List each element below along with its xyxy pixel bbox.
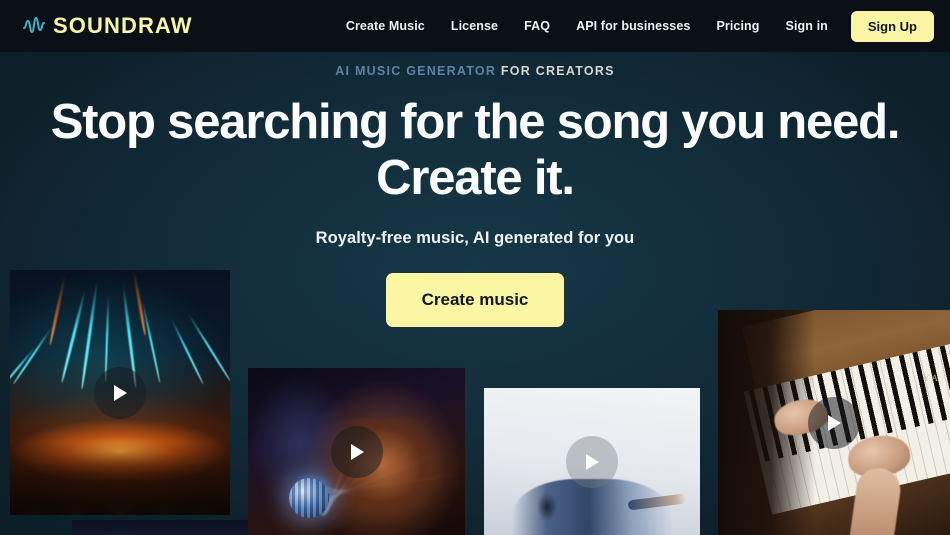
headline-line-2: Create it. [376, 151, 575, 206]
sign-up-button[interactable]: Sign Up [850, 10, 934, 42]
tile-disco[interactable] [248, 368, 465, 535]
nav-sign-in[interactable]: Sign in [773, 13, 841, 39]
play-icon[interactable] [330, 425, 383, 478]
hero-section: AI MUSIC GENERATOR FOR CREATORS Stop sea… [0, 52, 950, 328]
hero-subtitle: Royalty-free music, AI generated for you [315, 229, 635, 248]
play-icon[interactable] [566, 435, 618, 488]
play-icon[interactable] [94, 366, 146, 419]
headline-line-1: Stop searching for the song you need. [50, 94, 901, 149]
site-header: SOUNDRAW Create Music License FAQ API fo… [0, 0, 950, 52]
hero-eyebrow-secondary: FOR CREATORS [496, 64, 615, 78]
nav-pricing[interactable]: Pricing [703, 13, 772, 39]
partial-artwork [72, 520, 262, 535]
nav-faq[interactable]: FAQ [511, 13, 563, 39]
piano-brand-label: YA [922, 373, 941, 383]
tile-piano[interactable]: YA [718, 310, 950, 535]
create-music-button[interactable]: Create music [385, 273, 565, 328]
page-title: Stop searching for the song you need. Cr… [0, 94, 950, 208]
logo-text: SOUNDRAW [53, 13, 193, 38]
logo[interactable]: SOUNDRAW [22, 15, 193, 37]
nav-create-music[interactable]: Create Music [333, 13, 438, 39]
tile-jump[interactable] [484, 388, 700, 535]
nav-license[interactable]: License [438, 13, 511, 39]
play-icon[interactable] [808, 396, 860, 449]
tile-partial[interactable] [72, 520, 262, 535]
waveform-icon [23, 16, 45, 34]
main-navigation: Create Music License FAQ API for busines… [333, 10, 934, 42]
hero-eyebrow-primary: AI MUSIC GENERATOR [335, 64, 497, 78]
landing-page: YA AI MUSIC GENERATOR FOR CREATORS Stop … [0, 0, 950, 535]
hero-cta-wrapper: Create music [0, 273, 950, 328]
nav-api-for-businesses[interactable]: API for businesses [563, 13, 703, 39]
hero-eyebrow: AI MUSIC GENERATOR FOR CREATORS [0, 65, 950, 78]
